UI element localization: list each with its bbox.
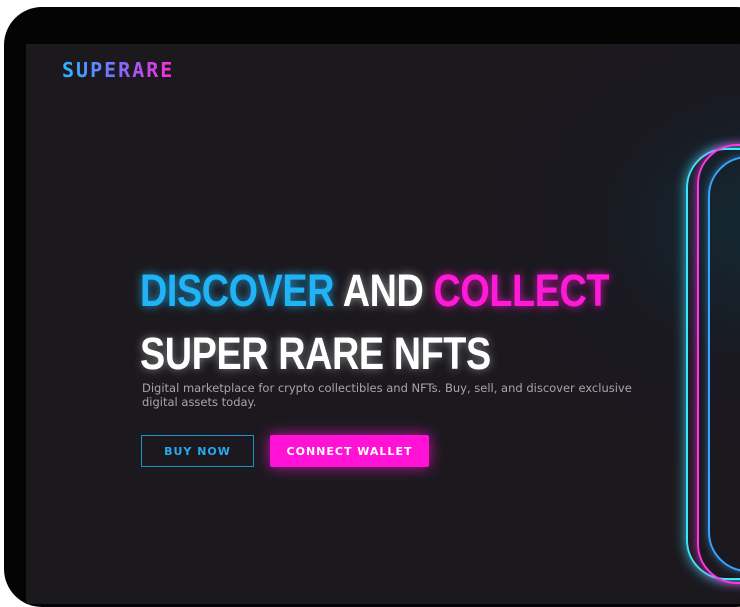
hero-title-line-1: DISCOVER AND COLLECT [140,268,609,313]
connect-wallet-button[interactable]: CONNECT WALLET [270,435,429,467]
laptop-bezel: SUPERARE DISCOVER AND COLLECT SUPER RARE… [4,7,740,607]
laptop-screen: SUPERARE DISCOVER AND COLLECT SUPER RARE… [26,44,740,604]
hero-title-and: AND [342,265,424,316]
buy-now-button[interactable]: BUY NOW [141,435,254,467]
hero-title-collect: COLLECT [433,265,610,316]
hero-title-line-2: SUPER RARE NFTS [140,328,491,379]
brand-logo[interactable]: SUPERARE [62,58,174,82]
hero-description: Digital marketplace for crypto collectib… [142,381,632,409]
hero-title-discover: DISCOVER [140,265,335,316]
neon-phone-frame-inner [708,156,740,572]
hero-title: DISCOVER AND COLLECT SUPER RARE NFTS [140,268,698,376]
